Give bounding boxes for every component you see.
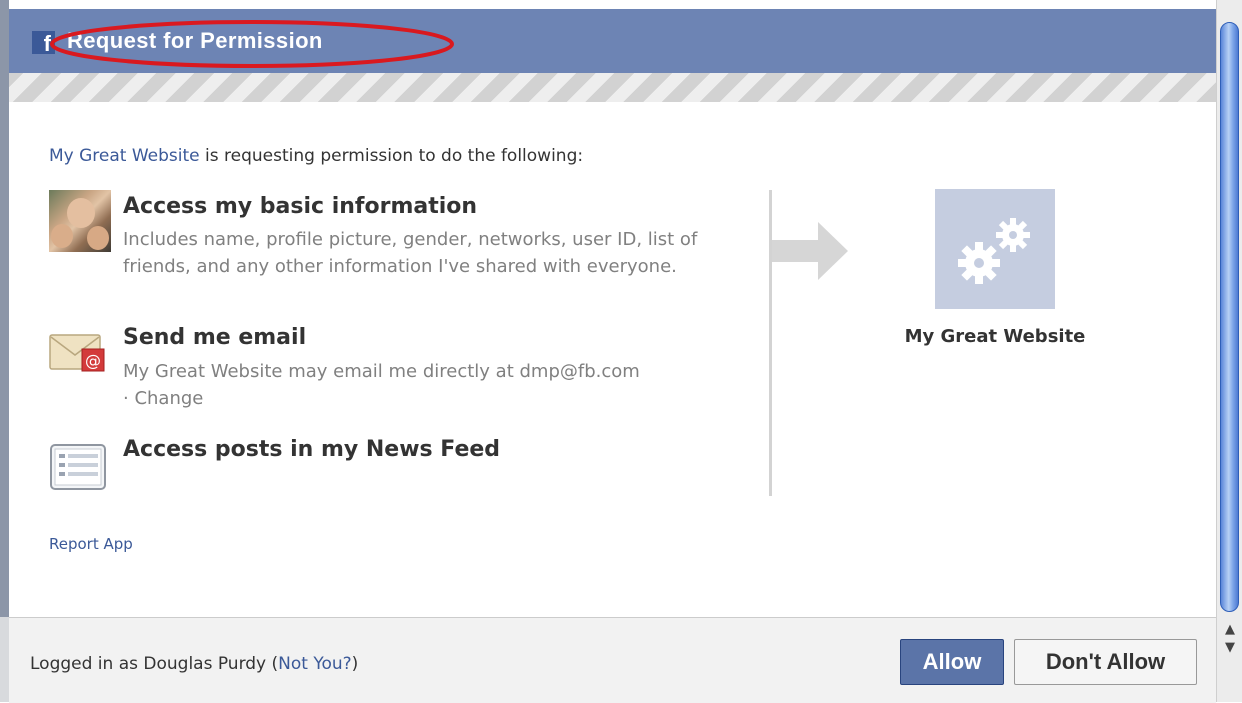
- arrow-right-icon: [772, 222, 848, 280]
- dialog-footer: Logged in as Douglas Purdy (Not You?) Al…: [9, 617, 1216, 703]
- scrollbar-thumb[interactable]: [1220, 22, 1239, 612]
- dialog-header: f Request for Permission: [9, 9, 1216, 74]
- window-left-edge: [0, 0, 9, 702]
- permission-description: My Great Website may email me directly a…: [123, 358, 743, 412]
- dont-allow-button[interactable]: Don't Allow: [1014, 639, 1197, 685]
- report-app-link[interactable]: Report App: [49, 535, 133, 553]
- permission-title: Access posts in my News Feed: [123, 437, 501, 462]
- svg-text:@: @: [85, 351, 101, 370]
- request-intro-text: is requesting permission to do the follo…: [199, 146, 584, 166]
- logged-in-text: Logged in as Douglas Purdy (: [30, 654, 279, 674]
- app-name: My Great Website: [904, 326, 1086, 347]
- red-highlight-ellipse: [50, 20, 454, 68]
- permission-title: Send me email: [123, 325, 307, 350]
- scroll-down-arrow-icon[interactable]: ▼: [1221, 640, 1239, 656]
- allow-button[interactable]: Allow: [900, 639, 1004, 685]
- request-intro: My Great Website is requesting permissio…: [49, 146, 583, 166]
- news-feed-icon: [49, 441, 109, 495]
- scroll-up-arrow-icon[interactable]: ▲: [1221, 622, 1239, 638]
- email-description-text: My Great Website may email me directly a…: [123, 361, 640, 382]
- permission-title: Access my basic information: [123, 194, 478, 219]
- change-email-link[interactable]: Change: [134, 388, 203, 409]
- change-link-prefix: ·: [123, 388, 135, 409]
- app-icon: [935, 189, 1055, 309]
- permission-dialog: f Request for Permission My Great Websit…: [0, 0, 1242, 703]
- permission-description: Includes name, profile picture, gender, …: [123, 229, 698, 277]
- vertical-scrollbar[interactable]: ▲ ▼: [1216, 0, 1242, 702]
- logged-in-suffix: ): [351, 654, 359, 674]
- not-you-link[interactable]: Not You?: [278, 654, 352, 674]
- requesting-site-link[interactable]: My Great Website: [49, 146, 200, 166]
- logged-in-status: Logged in as Douglas Purdy (Not You?): [30, 654, 358, 674]
- window-left-edge-footer: [0, 617, 9, 702]
- profile-photo-icon: [49, 190, 111, 252]
- gears-icon: [958, 218, 1030, 284]
- email-envelope-icon: @: [49, 329, 111, 383]
- header-stripe-band: [9, 73, 1216, 102]
